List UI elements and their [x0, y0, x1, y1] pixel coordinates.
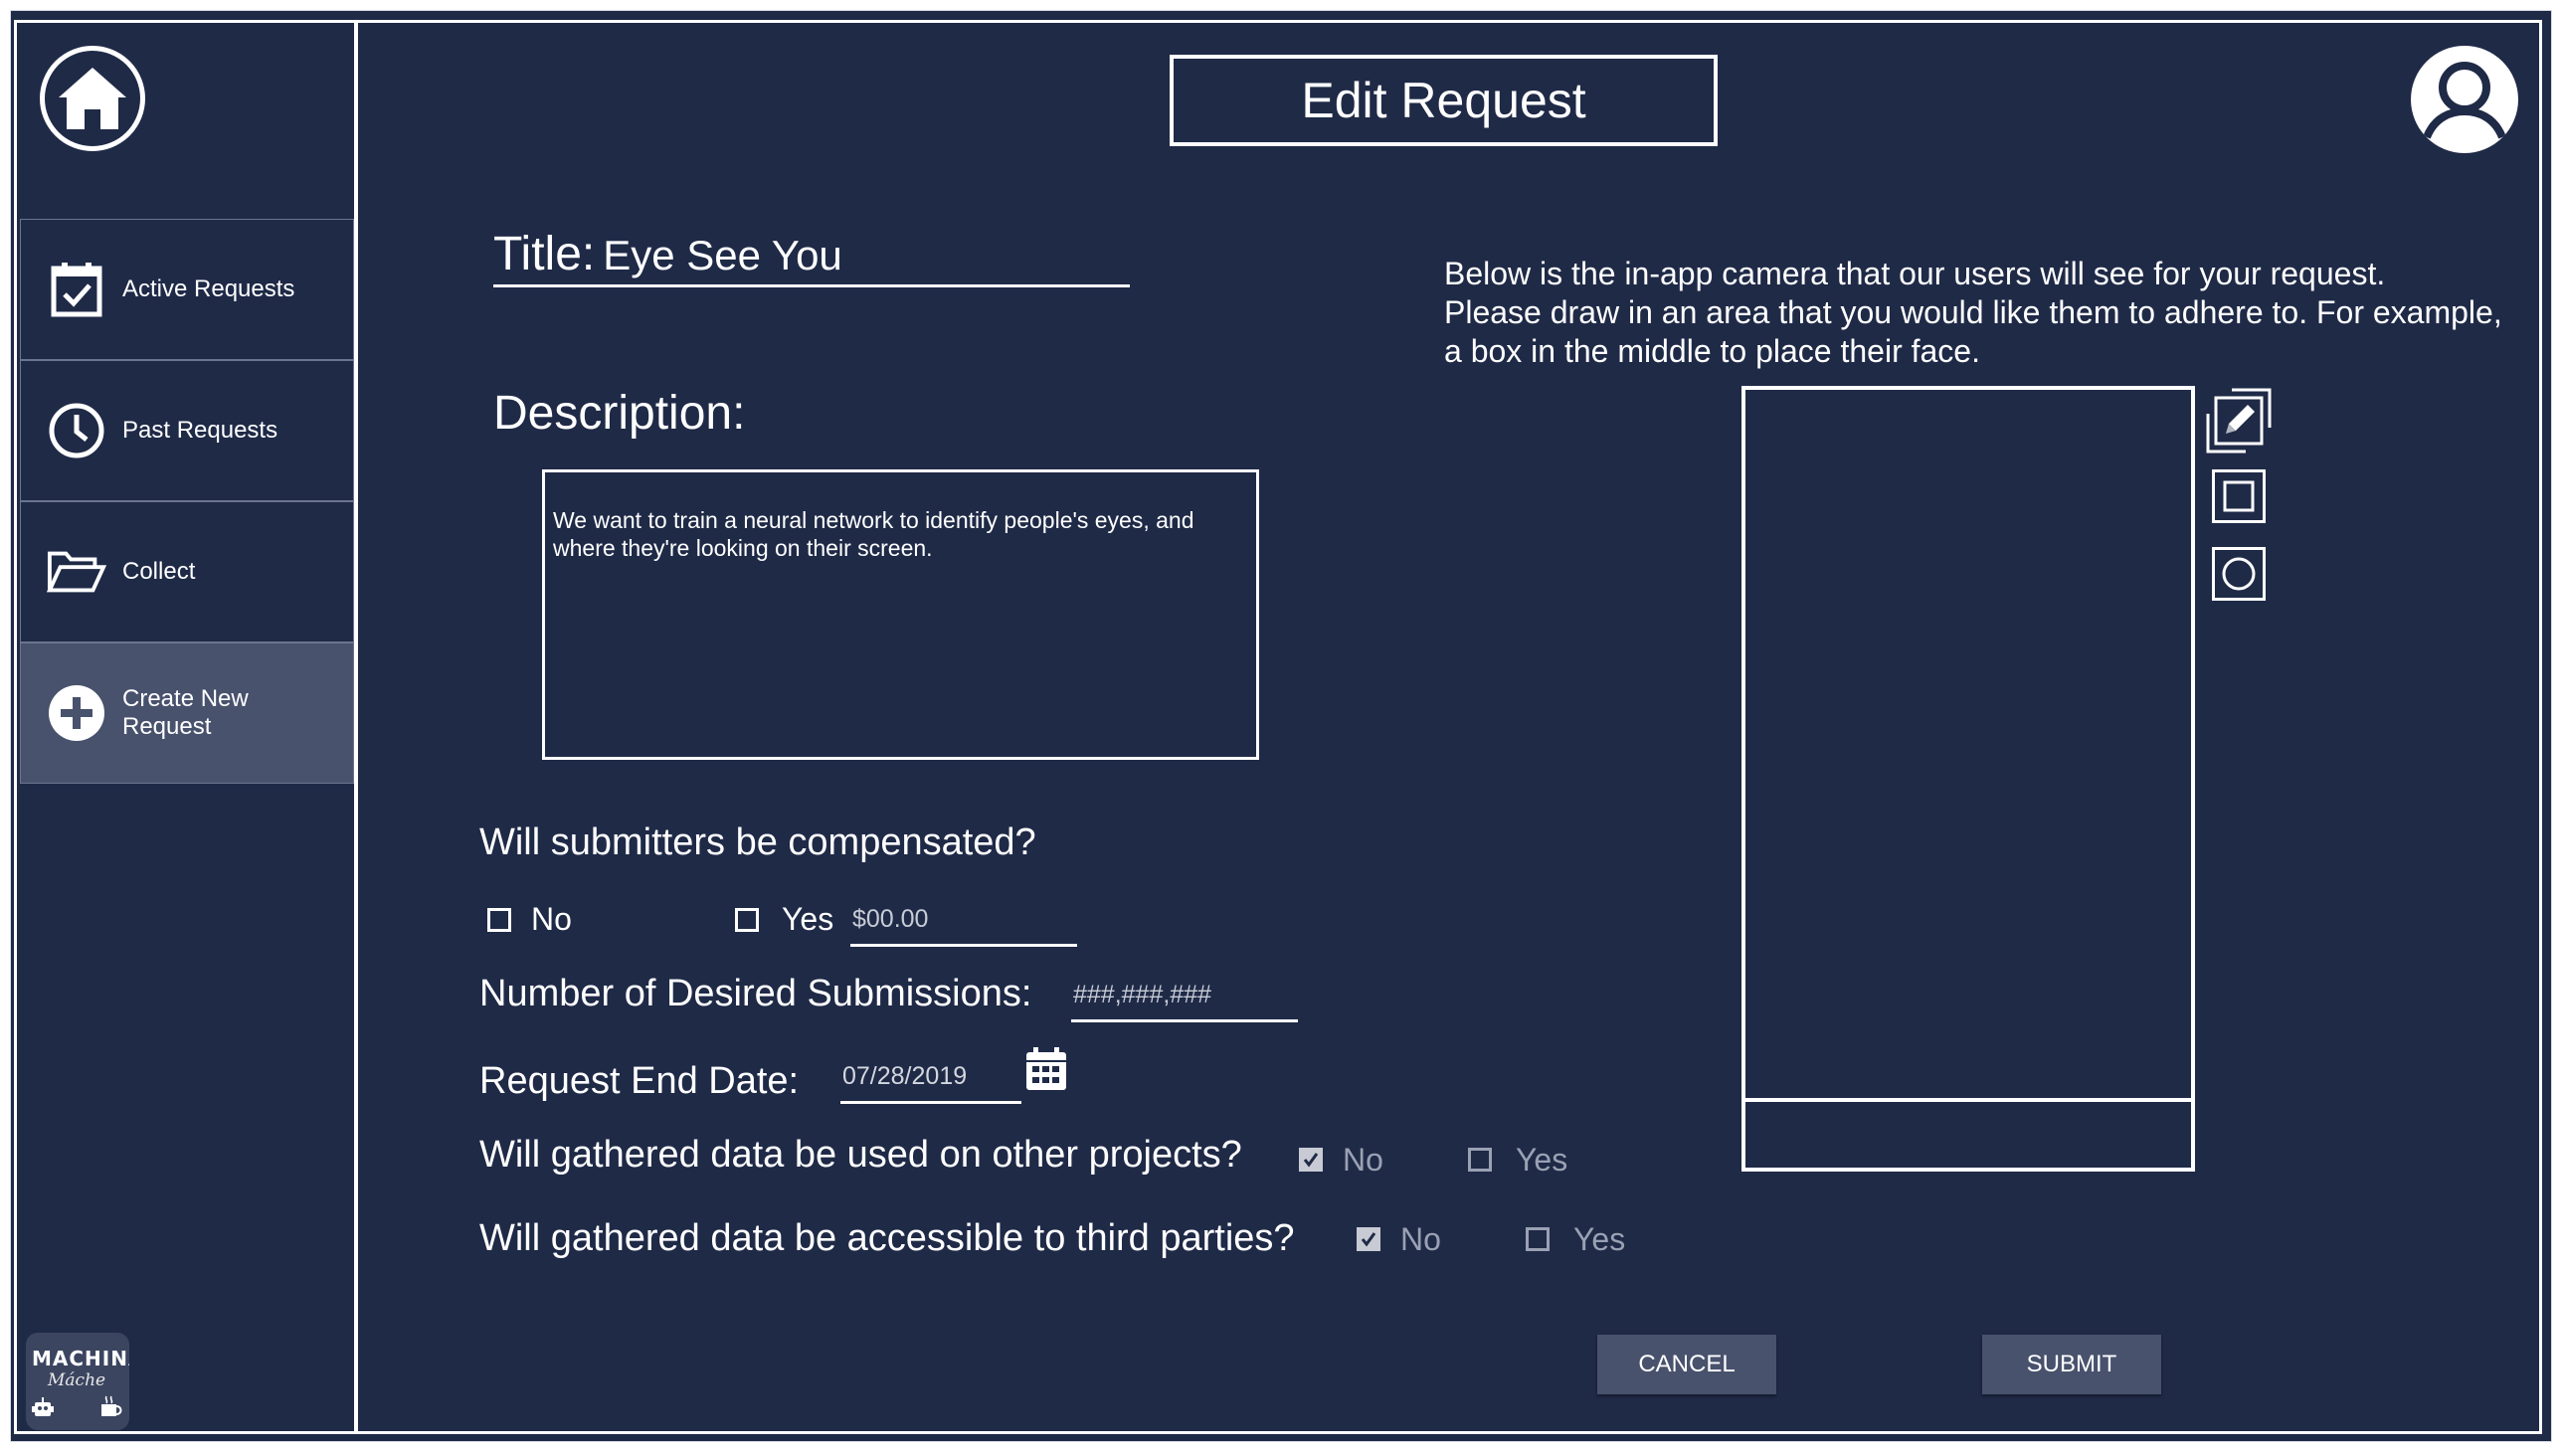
title-field: Title: Eye See You — [493, 227, 842, 281]
other-projects-no-label: No — [1343, 1142, 1383, 1178]
coffee-cup-icon — [101, 1395, 122, 1416]
checkmark-icon — [1361, 1232, 1376, 1247]
other-projects-no-checkbox[interactable] — [1299, 1148, 1323, 1172]
clock-icon — [47, 401, 106, 460]
calendar-icon[interactable] — [1024, 1046, 1068, 1092]
home-button[interactable] — [40, 46, 145, 151]
camera-preview-divider — [1741, 1098, 2195, 1102]
submit-button[interactable]: SUBMIT — [1982, 1335, 2161, 1394]
logo-text: MACHINA — [32, 1347, 129, 1370]
compensation-yes-checkbox[interactable] — [735, 908, 759, 932]
compensation-no-checkbox[interactable] — [487, 908, 511, 932]
home-icon — [59, 68, 126, 129]
compensation-no-label: No — [531, 901, 572, 937]
end-date-label: Request End Date: — [479, 1060, 800, 1102]
third-parties-yes-checkbox[interactable] — [1526, 1227, 1550, 1251]
circle-icon — [2222, 557, 2256, 591]
submissions-label: Number of Desired Submissions: — [479, 973, 1032, 1014]
third-parties-no-label: No — [1400, 1221, 1441, 1257]
pencil-icon — [2206, 388, 2272, 454]
end-date-input[interactable] — [840, 1052, 1021, 1104]
sidebar-item-create-new-request[interactable]: Create New Request — [20, 642, 354, 784]
other-projects-yes-checkbox[interactable] — [1468, 1148, 1492, 1172]
title-input[interactable]: Eye See You — [603, 232, 842, 278]
instructions-line: a box in the middle to place their face. — [1444, 333, 1980, 369]
draw-circle-tool[interactable] — [2212, 547, 2266, 601]
sidebar-item-collect[interactable]: Collect — [20, 501, 354, 642]
checkmark-icon — [1303, 1153, 1319, 1168]
submissions-input[interactable] — [1071, 971, 1298, 1022]
instructions-line: Below is the in-app camera that our user… — [1444, 256, 2386, 291]
app-logo: MACHINA Máche — [26, 1333, 129, 1430]
description-textarea[interactable]: We want to train a neural network to ide… — [542, 469, 1259, 760]
page-title: Edit Request — [1170, 55, 1718, 146]
third-parties-question: Will gathered data be accessible to thir… — [479, 1217, 1295, 1259]
logo-subtext: Máche — [48, 1370, 106, 1390]
instructions-line: Please draw in an area that you would li… — [1444, 294, 2502, 330]
third-parties-yes-label: Yes — [1573, 1221, 1626, 1257]
calendar-check-icon — [47, 260, 106, 319]
plus-circle-icon — [47, 683, 106, 743]
draw-rectangle-tool[interactable] — [2212, 469, 2266, 523]
camera-instructions: Below is the in-app camera that our user… — [1444, 255, 2518, 371]
sidebar-item-past-requests[interactable]: Past Requests — [20, 360, 354, 501]
sidebar-divider — [354, 20, 358, 1434]
sidebar-item-active-requests[interactable]: Active Requests — [20, 219, 354, 360]
user-avatar-icon[interactable] — [2411, 46, 2518, 153]
square-icon — [2223, 480, 2255, 512]
draw-pencil-tool[interactable] — [2206, 388, 2272, 454]
third-parties-no-checkbox[interactable] — [1357, 1227, 1380, 1251]
sidebar-nav: Active Requests Past Requests Collect Cr… — [20, 219, 354, 784]
sidebar-item-label: Create New Request — [122, 685, 249, 740]
description-label: Description: — [493, 387, 746, 440]
camera-preview-canvas[interactable] — [1741, 386, 2195, 1172]
sidebar-item-label: Past Requests — [122, 417, 278, 444]
cancel-button[interactable]: CANCEL — [1597, 1335, 1776, 1394]
title-underline — [493, 284, 1130, 287]
other-projects-question: Will gathered data be used on other proj… — [479, 1134, 1242, 1176]
compensation-amount-input[interactable] — [850, 895, 1077, 947]
sidebar-item-label: Collect — [122, 558, 196, 585]
compensation-question: Will submitters be compensated? — [479, 821, 1036, 863]
other-projects-yes-label: Yes — [1516, 1142, 1568, 1178]
title-label: Title: — [493, 228, 596, 280]
folder-open-icon — [47, 542, 106, 602]
sidebar-item-label: Active Requests — [122, 275, 295, 302]
robot-icon — [32, 1397, 54, 1416]
compensation-yes-label: Yes — [782, 901, 834, 937]
